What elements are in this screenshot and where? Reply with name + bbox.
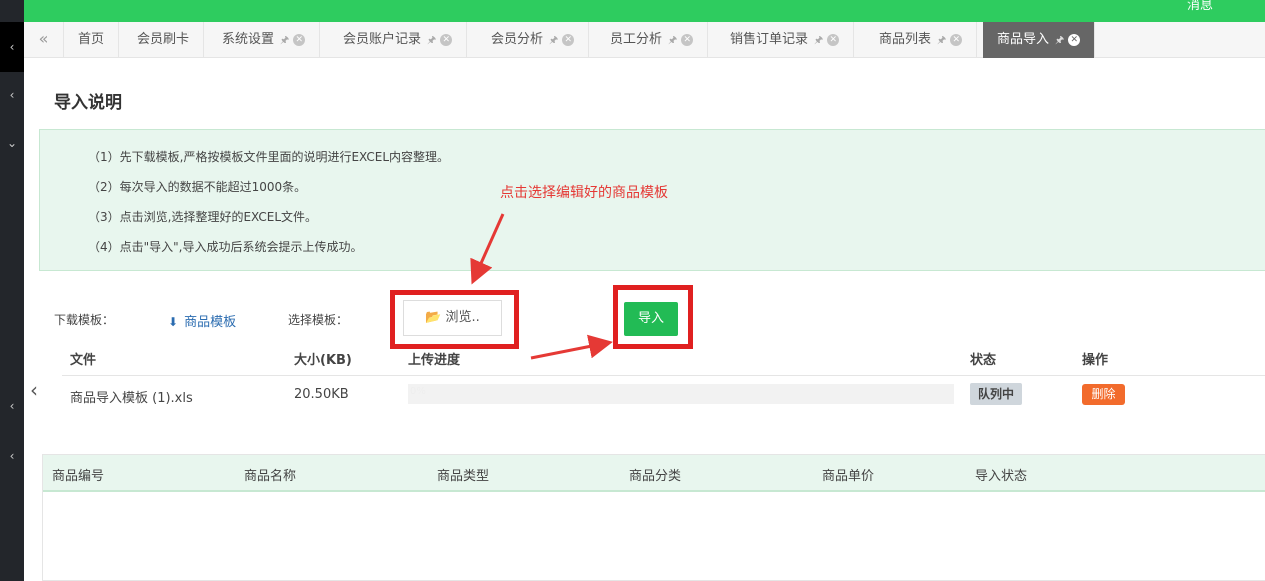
file-table-header-action: 操作 xyxy=(1082,353,1109,368)
import-button[interactable]: 导入 xyxy=(624,302,678,336)
upload-progress-text: 0% xyxy=(410,386,426,397)
annotation-arrow-down xyxy=(470,213,505,285)
file-size: 20.50KB xyxy=(294,387,349,402)
product-table-header-cell: 商品分类 xyxy=(629,469,682,484)
product-table-header-cell: 导入状态 xyxy=(975,469,1028,484)
annotation-arrow-right xyxy=(530,334,613,360)
product-table-header-cell: 商品名称 xyxy=(244,469,297,484)
upload-progress-bar: 0% xyxy=(408,384,954,404)
browse-button-label: 浏览.. xyxy=(445,310,480,325)
file-name: 商品导入模板 (1).xls xyxy=(70,391,193,406)
product-import-table: 商品编号 商品名称 商品类型 商品分类 商品单价 导入状态 xyxy=(42,454,1265,581)
file-table-header-size: 大小(KB) xyxy=(294,353,352,368)
product-table-header-cell: 商品单价 xyxy=(822,469,875,484)
download-template-label: 下载模板： xyxy=(54,313,115,327)
product-table-header-cell: 商品类型 xyxy=(437,469,490,484)
status-badge: 队列中 xyxy=(970,383,1022,405)
folder-open-icon: 📂 xyxy=(425,310,442,325)
download-template-text: 商品模板 xyxy=(184,315,237,330)
download-icon: ⬇ xyxy=(168,315,179,329)
file-table-header-file: 文件 xyxy=(70,353,97,368)
select-template-label: 选择模板： xyxy=(288,313,349,327)
file-table-header-status: 状态 xyxy=(970,353,997,368)
divider xyxy=(62,375,1265,376)
download-template-link[interactable]: ⬇ 商品模板 xyxy=(168,311,236,330)
browse-button[interactable]: 📂 浏览.. xyxy=(403,300,502,336)
chevron-left-icon[interactable]: ‹ xyxy=(30,378,38,402)
file-table-header-progress: 上传进度 xyxy=(408,353,461,368)
delete-button[interactable]: 删除 xyxy=(1082,384,1125,405)
product-table-header: 商品编号 商品名称 商品类型 商品分类 商品单价 导入状态 xyxy=(43,455,1265,492)
product-table-header-cell: 商品编号 xyxy=(52,469,105,484)
